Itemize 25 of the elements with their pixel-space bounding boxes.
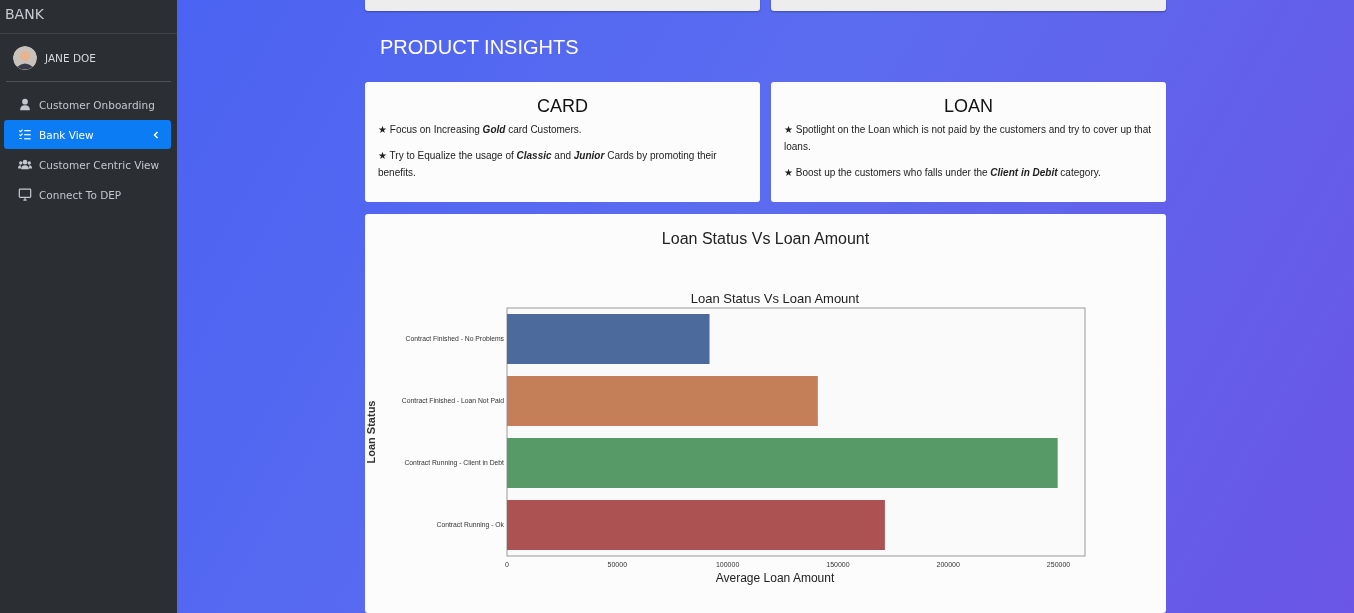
user-name: JANE DOE [45, 52, 96, 64]
category-label: Contract Finished - Loan Not Paid [401, 395, 504, 405]
sidebar-item[interactable]: Connect To DEP [4, 180, 171, 209]
insight-text: ★ Try to Equalize the usage of Classic and Junior Cards by promoting their benefits. [378, 148, 718, 180]
card-title: LOAN [943, 95, 994, 117]
chart-heading: Loan Status Vs Loan Amount [660, 229, 871, 249]
sidebar-item[interactable]: Bank View [4, 120, 171, 149]
insight-text: ★ Boost up the customers who falls under the Client in Debit category. [784, 165, 1102, 180]
category-label: Contract Running - Ok [436, 519, 504, 529]
list-icon [18, 128, 32, 141]
sidebar-item[interactable]: Customer Onboarding [4, 90, 171, 119]
chart-title: Loan Status Vs Loan Amount [690, 290, 860, 306]
avatar-icon [13, 46, 37, 70]
y-axis-label: Loan Status [365, 400, 377, 464]
category-label: Contract Finished - No Problems [405, 333, 504, 343]
insight-text: ★ Focus on Increasing Gold card Customers. [378, 122, 583, 137]
monitor-icon [18, 188, 32, 201]
card-title: CARD [536, 95, 589, 117]
user-icon [18, 98, 32, 111]
sidebar-item[interactable]: Customer Centric View [4, 150, 171, 179]
insight-text: ★ Spotlight on the Loan which is not paid by the customers and try to cover up that loans. [784, 122, 1152, 154]
users-icon [18, 158, 32, 171]
section-title: PRODUCT INSIGHTS [380, 36, 580, 60]
category-label: Contract Running - Client in Debt [404, 457, 504, 467]
x-axis-label: Average Loan Amount [715, 570, 835, 585]
